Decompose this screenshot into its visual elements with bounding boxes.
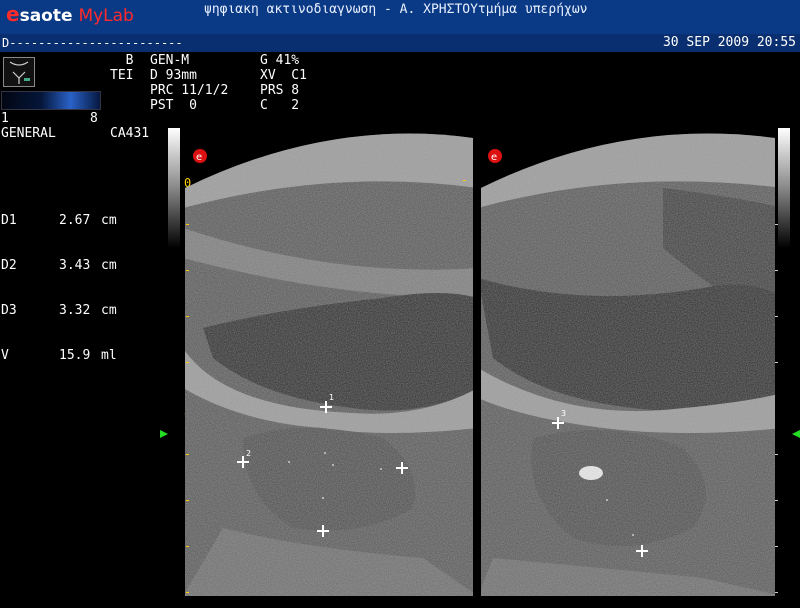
focus-marker-right[interactable] <box>792 430 800 438</box>
svg-text:e: e <box>491 152 497 163</box>
right-image-logo-icon: e <box>488 149 502 163</box>
measurement-table: D1 2.67 cm D2 3.43 cm D3 3.32 cm V 15.9 ml <box>1 183 117 378</box>
left-image-logo-icon: e <box>193 149 207 163</box>
measurement-row: D1 2.67 cm <box>1 213 117 228</box>
caliper-label-2: 2 <box>246 449 251 458</box>
svg-text:e: e <box>196 152 202 163</box>
preset-label: GENERAL <box>1 126 56 141</box>
probe-model: CA431 <box>110 126 150 141</box>
date-time: 30 SEP 2009 20:55 <box>662 35 796 50</box>
grayscale-bar-left <box>168 128 180 248</box>
acquisition-params-1: GEN-M D 93mm PRC 11/1/2 PST 0 <box>150 53 229 113</box>
caliper-label-1: 1 <box>329 393 334 402</box>
measurement-row: V 15.9 ml <box>1 348 117 363</box>
mode-labels: B TEI <box>110 53 134 83</box>
institution-name: ψηφιακη ακτινοδιαγνωση - Α. ΧΡΗΣΤΟΥτμήμα… <box>204 2 588 17</box>
acquisition-params-2: G 41% XV C1 PRS 8 C 2 <box>260 53 307 113</box>
body-marker-icon[interactable] <box>3 57 35 87</box>
colormap-bar <box>1 91 101 110</box>
right-image-pane <box>481 133 775 596</box>
measurement-row: D3 3.32 cm <box>1 303 117 318</box>
patient-id-line: D------------------------ <box>2 36 183 50</box>
focus-marker-left[interactable] <box>160 430 168 438</box>
colormap-min: 1 <box>1 111 9 126</box>
left-image-pane <box>185 133 473 596</box>
ultrasound-dual-image[interactable]: e e 1 2 3 <box>183 128 783 596</box>
esaote-logo: esaote MyLab <box>6 2 134 26</box>
title-bar: esaote MyLab ψηφιακη ακτινοδιαγνωση - Α.… <box>0 0 800 34</box>
measurement-row: D2 3.43 cm <box>1 258 117 273</box>
caliper-label-3: 3 <box>561 409 566 418</box>
colormap-max: 8 <box>90 111 98 126</box>
